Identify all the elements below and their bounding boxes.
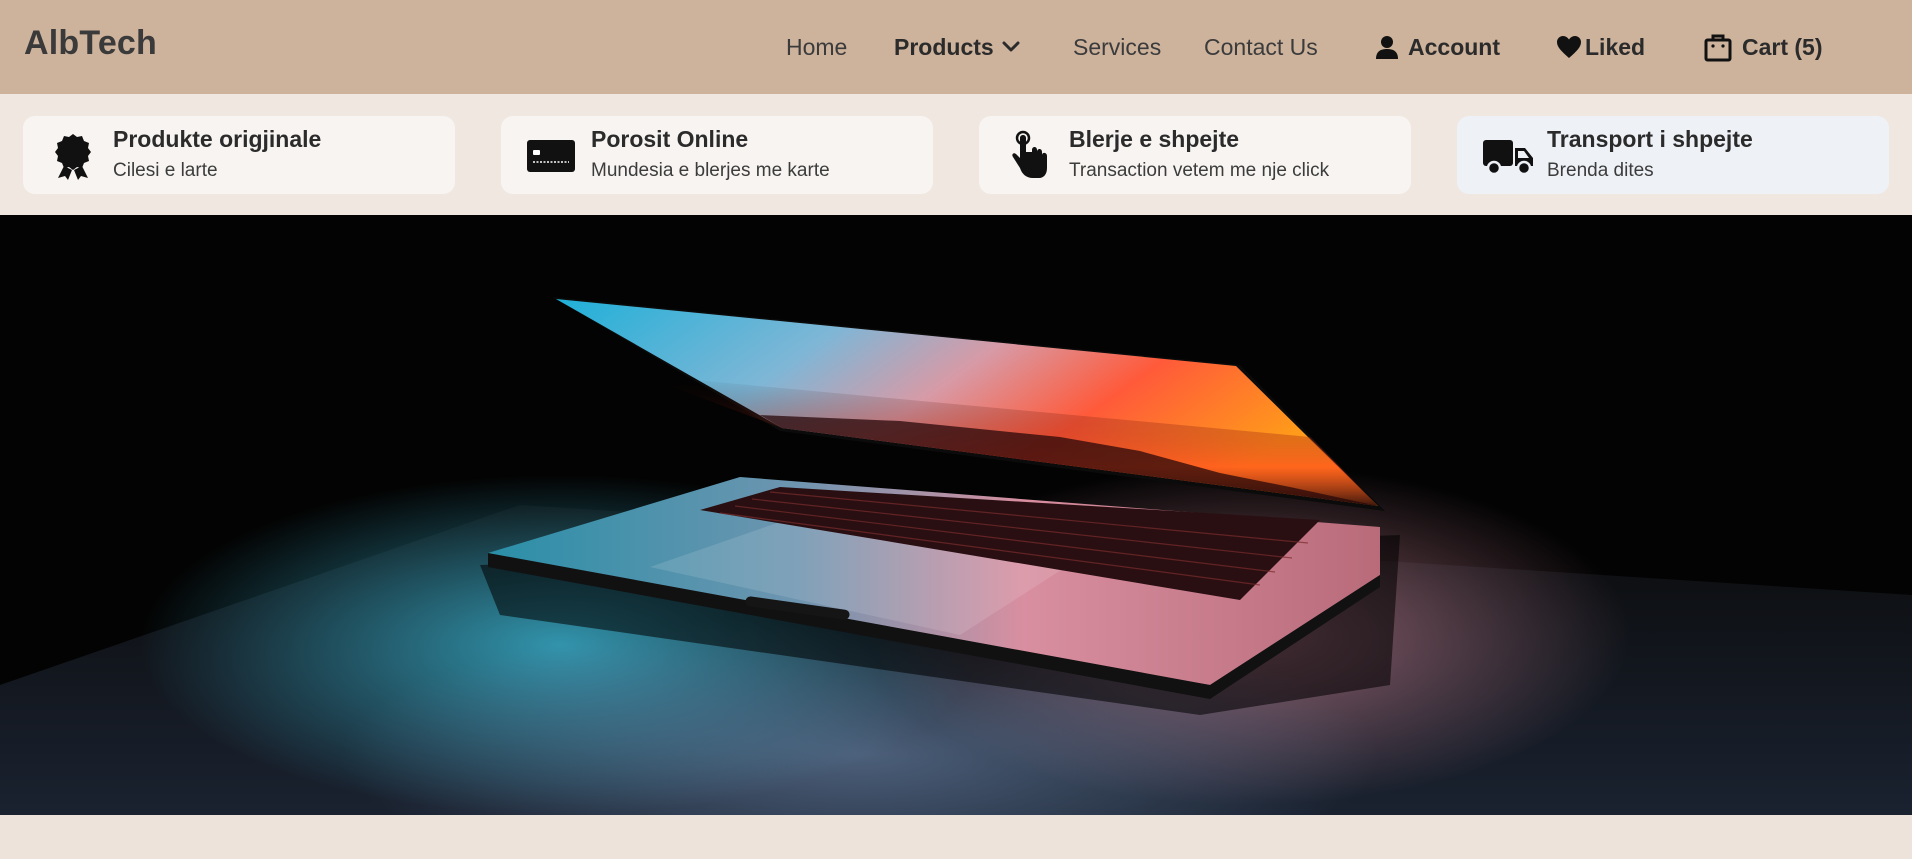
nav-home[interactable]: Home [786, 32, 847, 62]
feature-card-transport: Transport i shpejte Brenda dites [1457, 116, 1889, 194]
delivery-truck-icon [1483, 132, 1535, 180]
brand-logo[interactable]: AlbTech [24, 24, 157, 63]
site-header: AlbTech Home Products Services Contact U… [0, 0, 1912, 94]
nav-contact-label: Contact Us [1204, 33, 1318, 60]
user-icon [1374, 34, 1400, 60]
feature-subtitle: Cilesi e larte [113, 160, 218, 181]
features-bar: Produkte origjinale Cilesi e larte Poros… [0, 94, 1912, 215]
feature-title: Transport i shpejte [1547, 126, 1753, 152]
credit-card-icon [527, 132, 575, 180]
nav-products-label: Products [894, 33, 994, 60]
feature-subtitle: Brenda dites [1547, 160, 1654, 181]
nav-products-dropdown[interactable]: Products [894, 32, 1020, 62]
hero-banner [0, 215, 1912, 815]
nav-liked[interactable]: Liked [1556, 32, 1645, 62]
shopping-bag-icon [1704, 32, 1732, 62]
hero-laptop-image [0, 215, 1912, 815]
pointer-hand-icon [1005, 130, 1053, 180]
feature-title: Porosit Online [591, 126, 749, 152]
nav-liked-label: Liked [1585, 33, 1646, 60]
feature-subtitle: Transaction vetem me nje click [1069, 160, 1330, 181]
heart-icon [1556, 35, 1582, 59]
feature-card-fast-purchase: Blerje e shpejte Transaction vetem me nj… [979, 116, 1411, 194]
nav-account-label: Account [1408, 33, 1500, 60]
chevron-down-icon [1002, 41, 1020, 53]
feature-card-original: Produkte origjinale Cilesi e larte [23, 116, 455, 194]
nav-contact[interactable]: Contact Us [1204, 32, 1318, 62]
feature-subtitle: Mundesia e blerjes me karte [591, 160, 830, 181]
nav-home-label: Home [786, 33, 848, 60]
award-badge-icon [49, 132, 97, 180]
nav-cart-label: Cart (5) [1742, 33, 1823, 60]
feature-card-online: Porosit Online Mundesia e blerjes me kar… [501, 116, 933, 194]
page-bottom-strip [0, 815, 1912, 859]
nav-services[interactable]: Services [1073, 32, 1161, 62]
feature-title: Blerje e shpejte [1069, 126, 1240, 152]
feature-title: Produkte origjinale [113, 126, 322, 152]
nav-account[interactable]: Account [1374, 32, 1500, 62]
nav-services-label: Services [1073, 33, 1162, 60]
nav-cart[interactable]: Cart (5) [1704, 32, 1823, 62]
